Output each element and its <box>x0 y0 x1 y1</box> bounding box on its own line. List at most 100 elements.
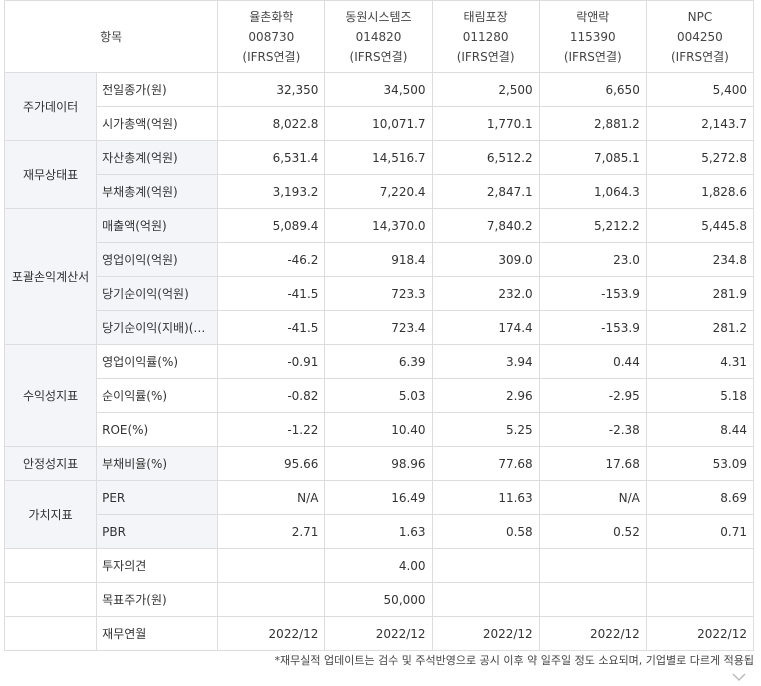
value-cell: 2,881.2 <box>538 106 647 141</box>
chevron-down-icon[interactable] <box>732 670 746 684</box>
table-row: 주가데이터 전일종가(원) 32,350 34,500 2,500 6,650 5,400 <box>3 72 755 141</box>
company-basis: (IFRS연결) <box>563 49 622 64</box>
company-code: 008730 <box>248 29 295 44</box>
group-label: 재무상태표 <box>3 140 98 209</box>
value-cell: 232.0 <box>431 276 540 311</box>
company-header[interactable]: 율촌화학 008730 (IFRS연결) <box>217 0 326 73</box>
row-label: 시가총액(억원) <box>96 106 219 141</box>
value-cell: 95.66 <box>217 446 326 481</box>
financial-comparison: 항목 율촌화학 008730 (IFRS연결) 동원시스템즈 014820 (I… <box>3 0 755 651</box>
company-code: 011280 <box>462 29 509 44</box>
value-cell: 1,828.6 <box>645 174 755 209</box>
company-basis: (IFRS연결) <box>242 49 301 64</box>
value-cell: -153.9 <box>538 276 647 311</box>
table-row: ROE(%) -1.22 10.40 5.25 -2.38 8.44 <box>5 412 755 447</box>
company-code: 004250 <box>677 29 723 44</box>
table-row: 재무상태표 자산총계(억원) 6,531.4 14,516.7 6,512.2 7,085… <box>3 140 755 209</box>
value-cell: 2.71 <box>217 514 326 549</box>
value-cell: 7,840.2 <box>431 208 540 243</box>
table-body: 주가데이터 전일종가(원) 32,350 34,500 2,500 6,650 5,400 시… <box>3 72 755 651</box>
value-cell: 918.4 <box>324 242 433 277</box>
value-cell: -41.5 <box>217 310 326 345</box>
group-label: 포괄손익계산서 <box>3 208 98 345</box>
company-header[interactable]: NPC 004250 (IFRS연결) <box>645 0 755 73</box>
value-cell: 11.63 <box>431 480 540 515</box>
value-cell: 2,847.1 <box>431 174 540 209</box>
table-row: 당기순이익(억원) -41.5 723.3 232.0 -153.9 281.9 <box>5 276 755 311</box>
value-cell: 5,400 <box>645 72 755 107</box>
value-cell: 6,650 <box>538 72 647 107</box>
row-label: 순이익률(%) <box>96 378 219 413</box>
value-cell: 1,064.3 <box>538 174 647 209</box>
value-cell <box>431 548 540 583</box>
value-cell: 0.71 <box>645 514 755 549</box>
value-cell: 2022/12 <box>431 616 540 651</box>
value-cell: 5,445.8 <box>645 208 755 243</box>
row-label: 전일종가(원) <box>96 72 219 107</box>
value-cell: 723.4 <box>324 310 433 345</box>
row-label: ROE(%) <box>96 412 219 447</box>
company-header[interactable]: 락앤락 115390 (IFRS연결) <box>538 0 647 73</box>
table-row: 가치지표 PER N/A 16.49 11.63 N/A 8.69 <box>3 480 755 549</box>
value-cell: 4.00 <box>324 548 433 583</box>
value-cell: 0.58 <box>431 514 540 549</box>
company-name: 락앤락 <box>576 9 610 24</box>
value-cell <box>645 582 755 617</box>
company-name: 동원시스템즈 <box>345 9 412 24</box>
company-name: 율촌화학 <box>249 9 294 24</box>
value-cell: -41.5 <box>217 276 326 311</box>
table-row: 당기순이익(지배)(… -41.5 723.4 174.4 -153.9 281.2 <box>5 310 755 345</box>
table-row: 부채총계(억원) 3,193.2 7,220.4 2,847.1 1,064.3 1,82… <box>5 174 755 209</box>
summary-row: 투자의견 4.00 <box>3 548 755 583</box>
row-label: 매출액(억원) <box>96 208 219 243</box>
value-cell: -2.95 <box>538 378 647 413</box>
value-cell: 3,193.2 <box>217 174 326 209</box>
summary-row: 재무연월 2022/12 2022/12 2022/12 2022/12 2022/12 <box>3 616 755 651</box>
value-cell: 1,770.1 <box>431 106 540 141</box>
value-cell: -2.38 <box>538 412 647 447</box>
value-cell: 17.68 <box>538 446 647 481</box>
group-label: 안정성지표 <box>3 446 98 481</box>
header-row: 항목 율촌화학 008730 (IFRS연결) 동원시스템즈 014820 (I… <box>3 0 755 73</box>
value-cell <box>538 582 647 617</box>
row-label: 부채비율(%) <box>96 446 219 481</box>
row-label: 영업이익률(%) <box>96 344 219 379</box>
row-label: 투자의견 <box>96 548 219 583</box>
value-cell: 98.96 <box>324 446 433 481</box>
table-row: 시가총액(억원) 8,022.8 10,071.7 1,770.1 2,881.2 2,1… <box>5 106 755 141</box>
company-header[interactable]: 동원시스템즈 014820 (IFRS연결) <box>324 0 433 73</box>
value-cell: 5,272.8 <box>645 140 755 175</box>
company-name: 태림포장 <box>463 9 508 24</box>
value-cell: 5.18 <box>645 378 755 413</box>
value-cell: N/A <box>217 480 326 515</box>
row-label: 영업이익(억원) <box>96 242 219 277</box>
value-cell: 5,212.2 <box>538 208 647 243</box>
value-cell: 234.8 <box>645 242 755 277</box>
value-cell: 10.40 <box>324 412 433 447</box>
row-label: 재무연월 <box>96 616 219 651</box>
comparison-table: 항목 율촌화학 008730 (IFRS연결) 동원시스템즈 014820 (I… <box>3 0 755 651</box>
group-label: 수익성지표 <box>3 344 98 447</box>
empty-cell <box>3 582 98 617</box>
row-label: 목표주가(원) <box>96 582 219 617</box>
item-header: 항목 <box>3 0 219 73</box>
company-header[interactable]: 태림포장 011280 (IFRS연결) <box>431 0 540 73</box>
value-cell: 5.03 <box>324 378 433 413</box>
company-basis: (IFRS연결) <box>456 49 515 64</box>
value-cell <box>538 548 647 583</box>
value-cell <box>431 582 540 617</box>
value-cell: 2022/12 <box>538 616 647 651</box>
company-basis: (IFRS연결) <box>349 49 408 64</box>
value-cell <box>217 548 326 583</box>
company-name: NPC <box>687 9 713 24</box>
value-cell: 0.44 <box>538 344 647 379</box>
value-cell: 174.4 <box>431 310 540 345</box>
value-cell: 281.9 <box>645 276 755 311</box>
value-cell: N/A <box>538 480 647 515</box>
value-cell: -0.91 <box>217 344 326 379</box>
summary-row: 목표주가(원) 50,000 <box>3 582 755 617</box>
value-cell: 5.25 <box>431 412 540 447</box>
value-cell: 4.31 <box>645 344 755 379</box>
value-cell: 7,085.1 <box>538 140 647 175</box>
row-label: 당기순이익(억원) <box>96 276 219 311</box>
